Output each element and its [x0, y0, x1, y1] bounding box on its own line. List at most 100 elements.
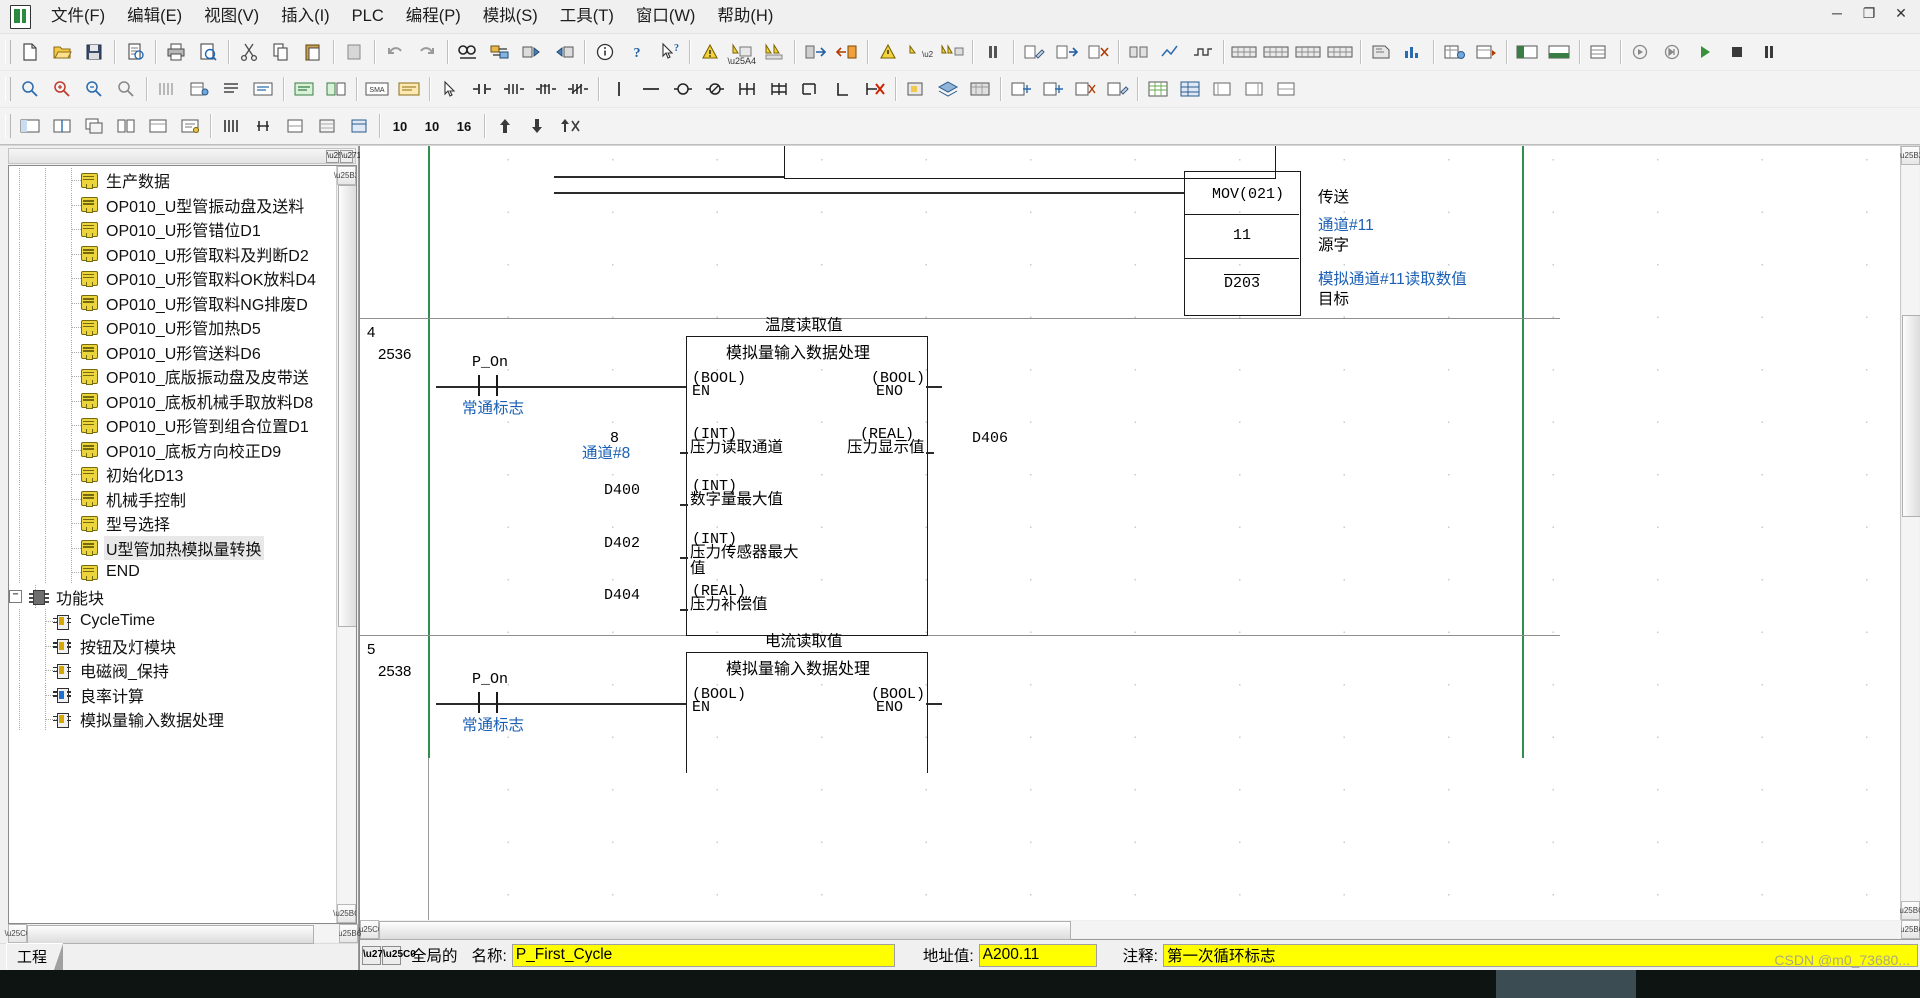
panel-pin-button[interactable]: \u25AA: [326, 149, 353, 163]
rung-edit-icon[interactable]: [1101, 73, 1133, 105]
tree-item[interactable]: 良率计算: [9, 682, 336, 708]
rung-insert-below-icon[interactable]: [1037, 73, 1069, 105]
copy-icon[interactable]: [265, 36, 297, 68]
context-help-icon[interactable]: ?: [653, 36, 685, 68]
pin-2-icon[interactable]: [247, 110, 279, 142]
transfer-to-plc-icon[interactable]: [799, 36, 831, 68]
replace-icon[interactable]: [484, 36, 516, 68]
sim-step-icon[interactable]: [1657, 36, 1689, 68]
info-icon[interactable]: [589, 36, 621, 68]
tree-item[interactable]: OP010_底板方向校正D9: [9, 437, 336, 463]
address-ref-icon[interactable]: [1470, 36, 1502, 68]
radix-decimal-icon[interactable]: 10: [384, 110, 416, 142]
pin-3-icon[interactable]: [279, 110, 311, 142]
grid-toggle-icon[interactable]: [151, 73, 183, 105]
open-file-icon[interactable]: [46, 36, 78, 68]
minimize-button[interactable]: ─: [1822, 2, 1852, 24]
fb-library-icon[interactable]: [932, 73, 964, 105]
transfer-from-plc-icon[interactable]: [831, 36, 863, 68]
find-prev-icon[interactable]: [548, 36, 580, 68]
tree-item[interactable]: 按钮及灯模块: [9, 633, 336, 659]
show-symbol-icon[interactable]: [183, 73, 215, 105]
tree-item[interactable]: 初始化D13: [9, 462, 336, 487]
menu-window[interactable]: 窗口(W): [625, 2, 707, 31]
tree-item[interactable]: OP010_U形管取料及判断D2: [9, 241, 336, 267]
contact-no-icon[interactable]: [466, 73, 498, 105]
ladder-canvas[interactable]: MOV(021) 11 D203 传送 通道#11 源字 模拟通道#11读取数值…: [360, 146, 1900, 920]
find-icon[interactable]: [452, 36, 484, 68]
select-pointer-icon[interactable]: [434, 73, 466, 105]
menu-file[interactable]: 文件(F): [40, 2, 116, 31]
tree-hscroll-track[interactable]: [27, 925, 339, 944]
panel-close-button[interactable]: \u2715: [340, 149, 365, 163]
sim-play-icon[interactable]: [1689, 36, 1721, 68]
delete-icon[interactable]: [338, 36, 370, 68]
tree-vertical-scrollbar[interactable]: \u25B2 \u25BC: [333, 166, 356, 923]
help-icon[interactable]: ?: [621, 36, 653, 68]
window-properties-icon[interactable]: [174, 110, 206, 142]
pause-icon[interactable]: [977, 36, 1009, 68]
paste-icon[interactable]: [297, 36, 329, 68]
find-next-icon[interactable]: [516, 36, 548, 68]
radix-hex-icon[interactable]: 16: [448, 110, 480, 142]
io-table-3-icon[interactable]: [1292, 36, 1324, 68]
tree-hscroll-right-arrow[interactable]: \u25B6: [336, 924, 361, 943]
radix-decimal-signed-icon[interactable]: 10: [416, 110, 448, 142]
tree-item[interactable]: U型管加热模拟量转换: [9, 535, 336, 561]
compile-icon[interactable]: \u25A4: [726, 36, 758, 68]
print-icon[interactable]: [160, 36, 192, 68]
ladder-hscroll-right-arrow[interactable]: \u25B6: [1898, 920, 1920, 939]
menu-view[interactable]: 视图(V): [193, 2, 270, 31]
sim-pause-icon[interactable]: [1753, 36, 1785, 68]
symbol-table-icon[interactable]: [1438, 36, 1470, 68]
symbol-bar-close-button[interactable]: \u2715: [362, 945, 394, 965]
window-tile-icon[interactable]: [14, 110, 46, 142]
ladder-hscroll-track[interactable]: [379, 921, 1901, 940]
menu-edit[interactable]: 编辑(E): [116, 2, 193, 31]
tree-scroll-track[interactable]: [338, 185, 356, 904]
io-table-icon[interactable]: [1228, 36, 1260, 68]
tree-item[interactable]: OP010_U形管错位D1: [9, 217, 336, 242]
tree-item[interactable]: 生产数据: [9, 168, 336, 193]
contact-differentiated-down-icon[interactable]: [530, 73, 562, 105]
corner-icon[interactable]: [827, 73, 859, 105]
online-edit-cancel-icon[interactable]: [1082, 36, 1114, 68]
ladder-scroll-thumb[interactable]: [1902, 315, 1920, 517]
memory-map-icon[interactable]: [1174, 73, 1206, 105]
force-cancel-icon[interactable]: [553, 110, 585, 142]
delete-line-icon[interactable]: [859, 73, 891, 105]
compile-all-icon[interactable]: [758, 36, 790, 68]
tree-item[interactable]: 电磁阀_保持: [9, 658, 336, 683]
time-chart-icon[interactable]: [1187, 36, 1219, 68]
tree-scroll-thumb[interactable]: [338, 185, 356, 627]
tree-hscroll-left-arrow[interactable]: \u25C0: [5, 924, 30, 943]
coil-icon[interactable]: [667, 73, 699, 105]
show-rung-comment-icon[interactable]: [247, 73, 279, 105]
tree-item[interactable]: OP010_U形管取料NG排废D: [9, 290, 336, 316]
tree-item[interactable]: OP010_U型管振动盘及送料: [9, 192, 336, 218]
differential-monitor-icon[interactable]: [1123, 36, 1155, 68]
sim-stop-icon[interactable]: [1721, 36, 1753, 68]
zoom-out-icon[interactable]: [78, 73, 110, 105]
symbol-name-input[interactable]: P_First_Cycle: [511, 943, 895, 967]
error-check-icon[interactable]: [694, 36, 726, 68]
tree-hscroll-thumb[interactable]: [27, 925, 314, 944]
cross-reference-icon[interactable]: [1142, 73, 1174, 105]
pin-5-icon[interactable]: [343, 110, 375, 142]
data-trace-icon[interactable]: [1155, 36, 1187, 68]
toolbar-grip[interactable]: [5, 40, 11, 64]
new-file-icon[interactable]: [14, 36, 46, 68]
ladder-scroll-down-arrow[interactable]: \u25BC: [1897, 901, 1920, 920]
ladder-hscroll-left-arrow[interactable]: \u25C0: [357, 920, 382, 939]
tree-item[interactable]: CycleTime: [9, 609, 336, 634]
memory-card-icon[interactable]: [1365, 36, 1397, 68]
vertical-line-icon[interactable]: [603, 73, 635, 105]
tree-item[interactable]: OP010_底板机械手取放料D8: [9, 388, 336, 414]
window-split-icon[interactable]: [46, 110, 78, 142]
tree-expander[interactable]: −: [9, 590, 22, 604]
show-program-comment-icon[interactable]: [320, 73, 352, 105]
ladder-vertical-scrollbar[interactable]: \u25B2 \u25BC: [1897, 146, 1920, 920]
force-off-icon[interactable]: [521, 110, 553, 142]
rung-delete-icon[interactable]: [1069, 73, 1101, 105]
print-preview-icon[interactable]: [192, 36, 224, 68]
